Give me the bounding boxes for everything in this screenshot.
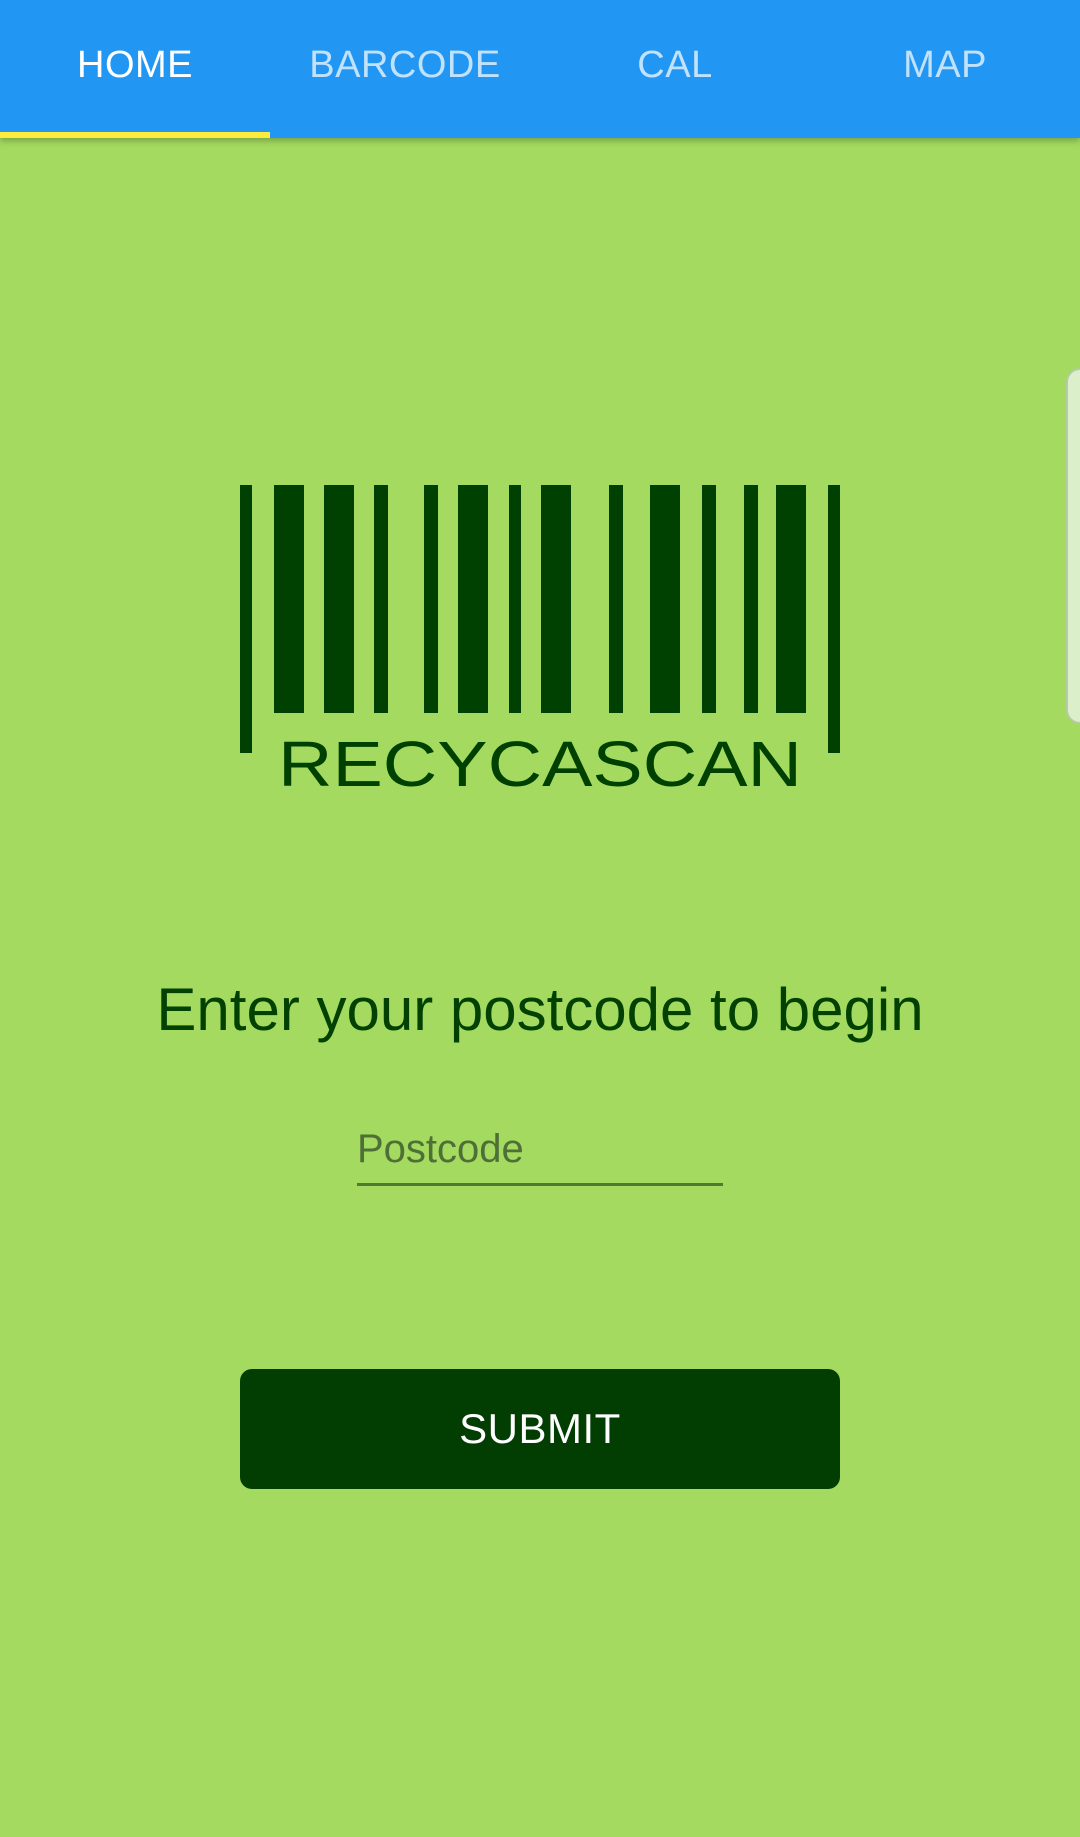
tab-home[interactable]: HOME (0, 0, 270, 138)
top-tab-bar: HOME BARCODE CAL MAP (0, 0, 1080, 138)
logo-wordmark: RECYCASCAN (278, 728, 802, 789)
postcode-prompt: Enter your postcode to begin (156, 976, 924, 1043)
tab-cal[interactable]: CAL (540, 0, 810, 138)
tab-map[interactable]: MAP (810, 0, 1080, 138)
tab-barcode[interactable]: BARCODE (270, 0, 540, 138)
postcode-input[interactable] (357, 1116, 723, 1182)
tab-cal-label: CAL (637, 43, 713, 86)
tab-home-label: HOME (77, 43, 193, 86)
tab-barcode-label: BARCODE (309, 43, 501, 86)
edge-panel-handle[interactable] (1066, 368, 1080, 724)
submit-button[interactable]: SUBMIT (240, 1369, 840, 1489)
active-tab-indicator (0, 132, 270, 138)
postcode-field (357, 1116, 723, 1186)
barcode-logo-icon: RECYCASCAN (240, 485, 840, 789)
recycascan-logo: RECYCASCAN (238, 485, 842, 789)
tab-map-label: MAP (903, 43, 987, 86)
